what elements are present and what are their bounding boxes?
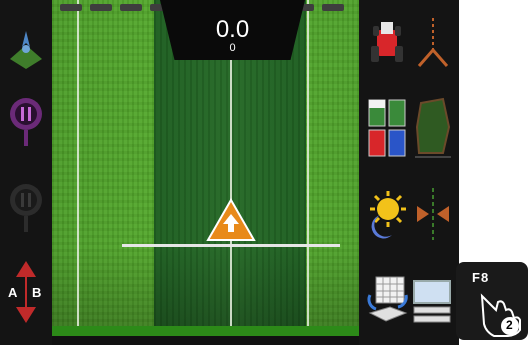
ab-label-a: A bbox=[8, 285, 18, 300]
marker-pin-button[interactable] bbox=[4, 178, 48, 238]
screen-layout-icon bbox=[413, 280, 451, 323]
guidance-screen: A B 0.0 0 bbox=[0, 0, 459, 345]
f8-key-label: F8 bbox=[472, 270, 490, 285]
implement-bar bbox=[122, 244, 340, 247]
pause-marker-icon bbox=[10, 98, 42, 146]
section-indicator bbox=[120, 4, 142, 11]
ab-line-icon: A B bbox=[8, 261, 41, 323]
left-toolbar: A B bbox=[0, 0, 52, 345]
nudge-icon bbox=[417, 188, 449, 240]
field-boundary-button[interactable] bbox=[411, 97, 455, 158]
section-color-icon bbox=[368, 99, 406, 157]
tractor-button[interactable] bbox=[365, 12, 409, 72]
marker-pin-icon bbox=[10, 184, 42, 232]
grid-sync-icon bbox=[367, 276, 408, 322]
grid-sync-button[interactable] bbox=[365, 268, 409, 328]
speed-readout: 0.0 0 bbox=[160, 0, 305, 60]
implement-button[interactable] bbox=[411, 12, 455, 72]
step-number: 2 bbox=[506, 318, 513, 332]
guidance-map-icon bbox=[10, 31, 42, 69]
guidance-line-right bbox=[307, 0, 309, 336]
vehicle-icon bbox=[206, 198, 256, 241]
nudge-button[interactable] bbox=[411, 184, 455, 244]
guidance-map-button[interactable] bbox=[4, 18, 48, 78]
section-indicator bbox=[60, 4, 82, 11]
field-status-bar bbox=[52, 326, 359, 336]
day-night-button[interactable] bbox=[365, 184, 409, 244]
right-toolbar bbox=[359, 0, 459, 345]
screen-layout-button[interactable] bbox=[411, 268, 455, 328]
pause-marker-button[interactable] bbox=[4, 92, 48, 152]
field-boundary-icon bbox=[415, 97, 451, 158]
section-color-button[interactable] bbox=[365, 98, 409, 158]
secondary-value: 0 bbox=[229, 42, 236, 54]
section-indicator bbox=[90, 4, 112, 11]
ab-line-button[interactable]: A B bbox=[4, 261, 48, 323]
speed-value: 0.0 bbox=[215, 16, 250, 43]
guidance-line-left bbox=[77, 0, 79, 336]
ab-label-b: B bbox=[32, 285, 41, 300]
implement-icon bbox=[417, 18, 449, 67]
f8-key-callout[interactable]: F8 2 bbox=[456, 262, 528, 340]
section-indicator bbox=[322, 4, 344, 11]
tractor-icon bbox=[371, 22, 403, 62]
day-night-icon bbox=[370, 191, 406, 239]
press-hand-icon bbox=[480, 293, 521, 337]
